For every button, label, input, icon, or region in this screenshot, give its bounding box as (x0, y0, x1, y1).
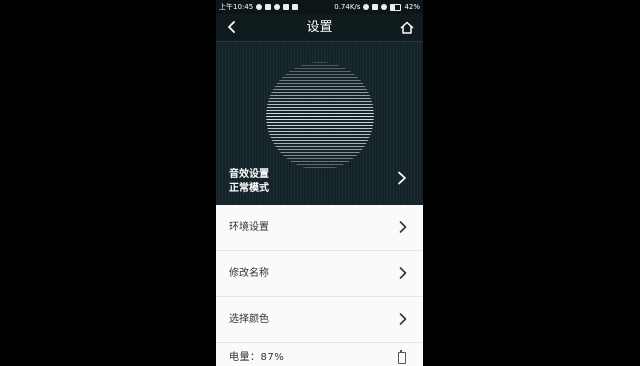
chevron-right-icon (399, 221, 407, 233)
alarm-icon (363, 4, 370, 10)
status-bar: 上午10:45 0.74K/s 42% (216, 0, 423, 14)
status-bar-right: 0.74K/s 42% (334, 0, 420, 14)
video-icon (292, 4, 299, 10)
sound-visual-panel: 音效设置 正常模式 (216, 42, 423, 205)
page-title: 设置 (306, 20, 333, 35)
battery-level-label: 电量：87% (229, 352, 285, 363)
sound-settings-label: 音效设置 (229, 169, 269, 180)
phone-screen: 上午10:45 0.74K/s 42% 设置 音效设置 正常模式 环境设置 修改… (216, 0, 423, 366)
chevron-right-icon (399, 267, 407, 279)
battery-icon (398, 350, 406, 364)
list-item-environment[interactable]: 环境设置 (216, 205, 423, 251)
status-bar-left: 上午10:45 (219, 0, 299, 14)
bug-icon (283, 4, 290, 10)
settings-list: 环境设置 修改名称 选择颜色 电量：87% (216, 205, 423, 366)
sound-mode-value: 正常模式 (229, 183, 269, 194)
sound-settings-row[interactable]: 音效设置 正常模式 (216, 162, 423, 198)
list-item-label: 环境设置 (229, 222, 269, 233)
chat-icon (256, 4, 263, 10)
battery-icon (390, 3, 402, 11)
network-speed: 0.74K/s (334, 3, 361, 11)
headphones-icon (274, 4, 281, 10)
signal-icon (372, 4, 379, 10)
sound-orb-visual (266, 62, 374, 170)
battery-row: 电量：87% (216, 343, 423, 366)
list-item-label: 修改名称 (229, 268, 269, 279)
chevron-right-icon (398, 171, 406, 185)
chevron-right-icon (399, 313, 407, 325)
title-bar: 设置 (216, 14, 423, 42)
list-item-rename[interactable]: 修改名称 (216, 251, 423, 297)
home-button[interactable] (399, 19, 415, 35)
status-time: 上午10:45 (219, 3, 254, 11)
wifi-icon (381, 4, 388, 10)
message-icon (265, 4, 272, 10)
list-item-label: 选择颜色 (229, 314, 269, 325)
list-item-color[interactable]: 选择颜色 (216, 297, 423, 343)
home-icon (400, 21, 414, 34)
battery-percent: 42% (404, 3, 420, 11)
